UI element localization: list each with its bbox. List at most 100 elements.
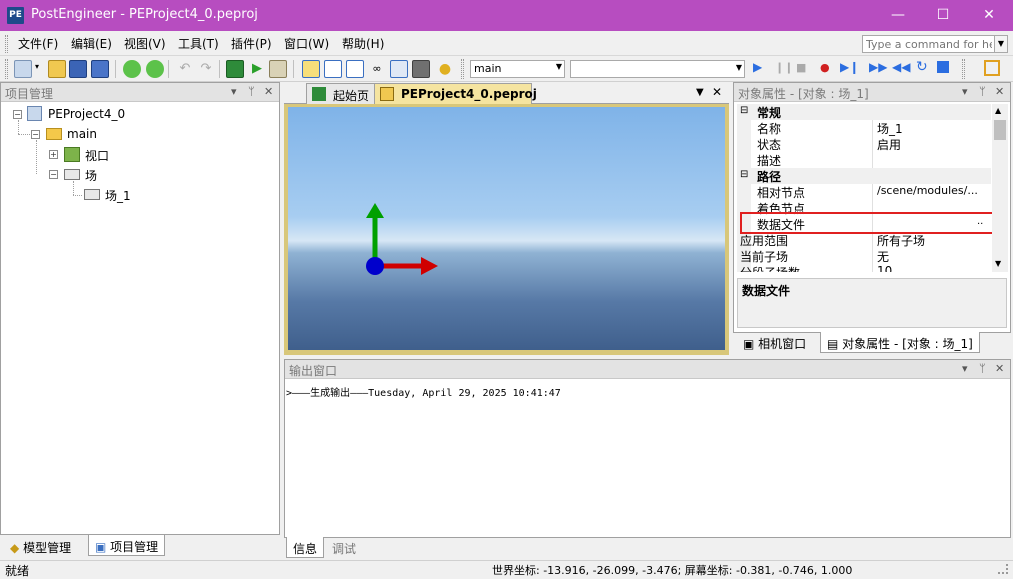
pin-icon[interactable]: ᛘ <box>248 85 255 98</box>
import-icon[interactable] <box>226 60 244 78</box>
panel-close-icon[interactable]: ✕ <box>995 362 1004 375</box>
command-dropdown-icon[interactable]: ▼ <box>994 35 1008 53</box>
stop-icon[interactable]: ■ <box>796 61 806 74</box>
frame-icon[interactable] <box>937 61 949 73</box>
property-row[interactable]: 状态 启用 <box>737 136 991 152</box>
property-row[interactable]: 应用范围 所有子场 <box>737 232 991 248</box>
property-row[interactable]: 当前子场 无 <box>737 248 991 264</box>
close-document-icon[interactable]: ✕ <box>712 85 722 99</box>
open-folder-icon[interactable] <box>48 60 66 78</box>
rewind-icon[interactable]: ◀◀ <box>892 60 910 74</box>
tree-expander-icon[interactable]: − <box>49 170 58 179</box>
tree-expander-icon[interactable]: − <box>31 130 40 139</box>
list-icon[interactable] <box>346 60 364 78</box>
link-icon[interactable]: ∞ <box>368 60 386 78</box>
toolbar-separator <box>293 60 294 78</box>
step-icon[interactable]: ▶❙ <box>840 60 859 74</box>
property-row[interactable]: 名称 场_1 <box>737 120 991 136</box>
menu-file[interactable]: 文件(F) <box>18 35 58 52</box>
tab-project-file[interactable]: PEProject4_0.peproj <box>374 83 537 105</box>
property-row[interactable]: 相对节点 /scene/modules/... <box>737 184 991 200</box>
rebuild-icon[interactable] <box>146 60 164 78</box>
tree-item-main[interactable]: main <box>67 127 97 141</box>
toolbar-grip[interactable] <box>5 59 8 79</box>
pin-icon[interactable]: ᛘ <box>979 362 986 375</box>
save-icon[interactable] <box>69 60 87 78</box>
property-row[interactable]: 描述 <box>737 152 991 168</box>
properties-icon: ▤ <box>827 337 839 351</box>
toolbar-grip[interactable] <box>962 59 965 79</box>
film-icon[interactable] <box>412 60 430 78</box>
tab-info[interactable]: 信息 <box>286 537 325 558</box>
new-dropdown-icon[interactable]: ▾ <box>35 62 39 71</box>
panel-menu-icon[interactable]: ▾ <box>962 85 968 98</box>
fast-forward-icon[interactable]: ▶▶ <box>869 60 887 74</box>
close-window-button[interactable]: ✕ <box>966 0 1012 31</box>
tab-camera-window[interactable]: ▣ 相机窗口 <box>737 332 812 353</box>
tree-item-field-1[interactable]: 场_1 <box>105 187 131 204</box>
property-scrollbar[interactable]: ▲ ▼ <box>992 104 1008 272</box>
undo-icon[interactable]: ↶ <box>176 60 194 78</box>
camera-icon[interactable] <box>390 60 408 78</box>
menubar-grip[interactable] <box>5 35 8 53</box>
panel-close-icon[interactable]: ✕ <box>264 85 273 98</box>
menu-tools[interactable]: 工具(T) <box>178 35 219 52</box>
tree-item-root[interactable]: PEProject4_0 <box>48 107 125 121</box>
module-select[interactable]: ▼ <box>570 60 745 78</box>
property-row[interactable]: 分段子场数 10 <box>737 264 991 272</box>
build-icon[interactable] <box>123 60 141 78</box>
refresh-icon[interactable]: ↻ <box>916 59 928 75</box>
command-input[interactable] <box>862 35 996 53</box>
scroll-up-icon[interactable]: ▲ <box>995 106 1001 115</box>
menu-help[interactable]: 帮助(H) <box>342 35 384 52</box>
tab-label: PEProject4_0.peproj <box>401 87 537 101</box>
model-tool-icon[interactable] <box>302 60 320 78</box>
property-category-general[interactable]: ⊟ 常规 <box>737 104 991 120</box>
redo-icon[interactable]: ↷ <box>197 60 215 78</box>
tree-item-field[interactable]: 场 <box>85 167 97 184</box>
tab-project-manager[interactable]: ▣ 项目管理 <box>88 535 166 556</box>
3d-viewport[interactable] <box>288 107 725 350</box>
x-axis-arrow-icon <box>421 257 438 275</box>
project-icon: ▣ <box>95 540 107 554</box>
settings-icon[interactable] <box>269 60 287 78</box>
maximize-button[interactable]: ☐ <box>920 0 966 31</box>
tree-expander-icon[interactable]: − <box>13 110 22 119</box>
panel-close-icon[interactable]: ✕ <box>995 85 1004 98</box>
hierarchy-icon[interactable] <box>324 60 342 78</box>
scene-select[interactable]: main ▼ <box>470 60 565 78</box>
tree-expander-icon[interactable]: + <box>49 150 58 159</box>
lightbulb-icon[interactable]: ● <box>436 60 454 78</box>
select-box-icon[interactable] <box>984 60 1000 76</box>
save-all-icon[interactable] <box>91 60 109 78</box>
scroll-down-icon[interactable]: ▼ <box>995 259 1001 268</box>
collapse-icon[interactable]: ⊟ <box>740 169 748 180</box>
tab-list-dropdown-icon[interactable]: ▼ <box>696 87 704 98</box>
menu-edit[interactable]: 编辑(E) <box>71 35 112 52</box>
tab-debug[interactable]: 调试 <box>326 537 362 558</box>
record-icon[interactable]: ● <box>820 61 830 74</box>
tree-item-viewport[interactable]: 视口 <box>85 147 109 164</box>
axis-gizmo[interactable] <box>288 107 725 350</box>
tab-model-manager[interactable]: ◆ 模型管理 <box>4 536 77 557</box>
property-category-path[interactable]: ⊟ 路径 <box>737 168 991 184</box>
play-icon[interactable]: ▶ <box>753 60 762 74</box>
tab-start-page[interactable]: 起始页 <box>306 83 379 105</box>
tab-object-properties[interactable]: ▤ 对象属性 - [对象 : 场_1] <box>820 332 980 353</box>
toolbar-grip[interactable] <box>461 59 464 79</box>
new-file-icon[interactable] <box>14 60 32 78</box>
scroll-thumb[interactable] <box>994 120 1006 140</box>
collapse-icon[interactable]: ⊟ <box>740 105 748 116</box>
folder-icon <box>46 128 62 140</box>
model-icon: ◆ <box>10 541 20 555</box>
panel-menu-icon[interactable]: ▾ <box>231 85 237 98</box>
run-icon[interactable]: ▶ <box>248 60 266 78</box>
menu-plugins[interactable]: 插件(P) <box>231 35 272 52</box>
resize-grip-icon[interactable] <box>998 564 1008 574</box>
panel-menu-icon[interactable]: ▾ <box>962 362 968 375</box>
menu-window[interactable]: 窗口(W) <box>284 35 329 52</box>
pause-icon[interactable]: ❙❙ <box>775 61 793 74</box>
menu-view[interactable]: 视图(V) <box>124 35 166 52</box>
minimize-button[interactable]: — <box>875 0 921 31</box>
pin-icon[interactable]: ᛘ <box>979 85 986 98</box>
